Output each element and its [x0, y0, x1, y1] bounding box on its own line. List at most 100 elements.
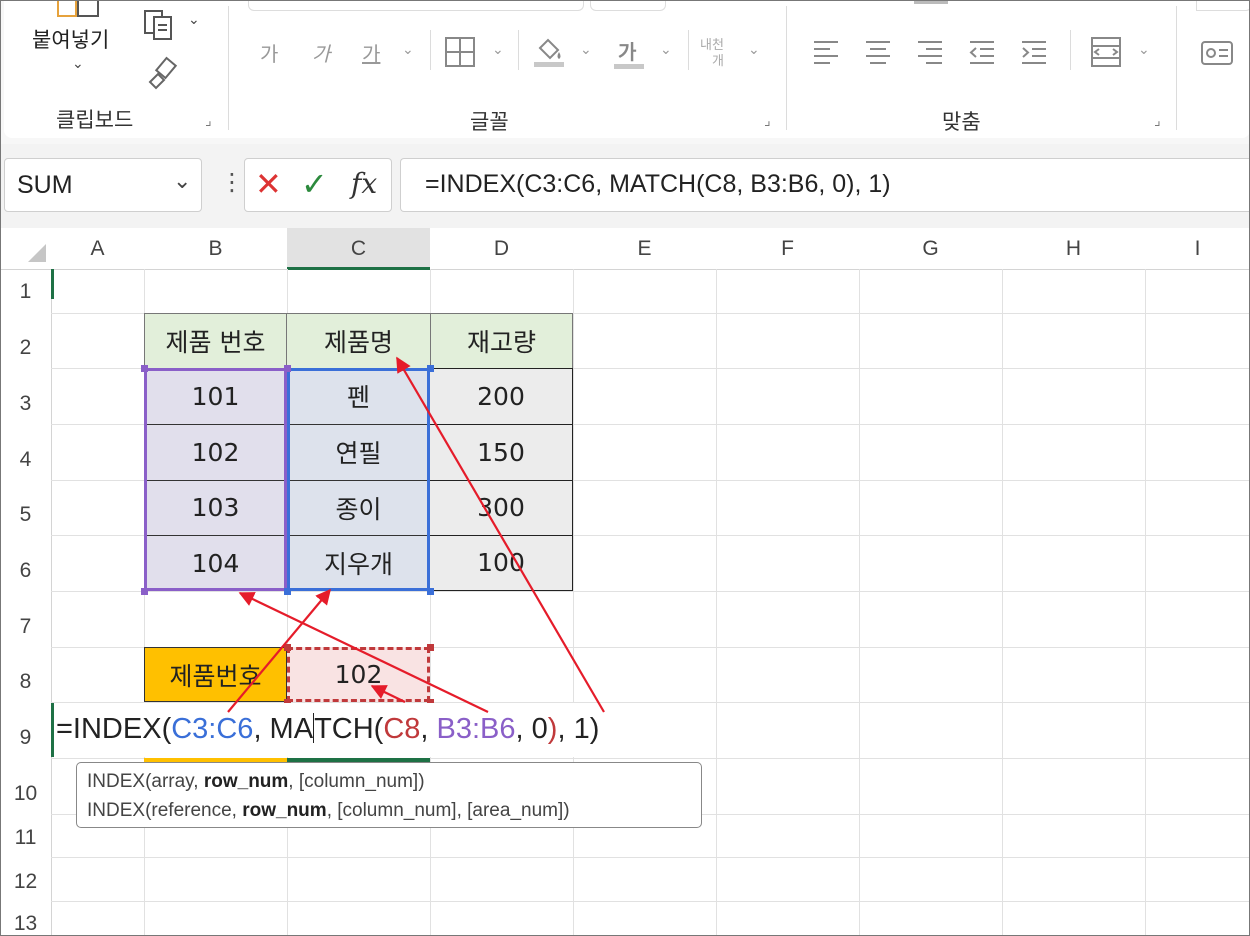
row-header-9[interactable]: 9 — [0, 726, 51, 750]
in-cell-formula: =INDEX(C3:C6, MATCH(C8, B3:B6, 0), 1) — [56, 713, 599, 746]
tooltip-text: , [column_num]) — [288, 771, 425, 792]
range-handle[interactable] — [284, 365, 291, 372]
dialog-launcher-icon[interactable]: ⌟ — [1154, 113, 1161, 129]
row-header-7[interactable]: 7 — [0, 615, 51, 639]
increase-indent-icon[interactable] — [1020, 38, 1048, 66]
font-size-dropdown-stub — [590, 0, 666, 11]
lookup-value-cell[interactable]: 102 — [287, 647, 430, 702]
chevron-down-icon[interactable]: ⌄ — [580, 42, 592, 58]
column-header-i[interactable]: I — [1145, 228, 1250, 270]
table-cell[interactable]: 150 — [430, 424, 573, 480]
column-header-a[interactable]: A — [51, 228, 144, 270]
row-header-13[interactable]: 13 — [0, 912, 51, 936]
chevron-down-icon[interactable]: ⌄ — [492, 42, 504, 58]
table-cell[interactable]: 300 — [430, 480, 573, 535]
column-header-f[interactable]: F — [716, 228, 859, 270]
name-box[interactable]: SUM ⌄ — [4, 158, 202, 212]
align-right-icon[interactable] — [916, 38, 944, 66]
more-options-icon[interactable]: ⋮ — [220, 168, 244, 196]
chevron-down-icon: ⌄ — [188, 12, 200, 28]
select-all-corner[interactable] — [0, 228, 51, 270]
range-highlight-b3-b6 — [144, 368, 287, 591]
gridline — [51, 591, 1250, 592]
column-header-b[interactable]: B — [144, 228, 287, 270]
insert-function-icon[interactable]: fx — [351, 167, 377, 200]
row-header-11[interactable]: 11 — [0, 826, 51, 850]
merge-center-icon[interactable] — [1090, 36, 1122, 68]
font-color-button[interactable]: 가 — [618, 36, 636, 65]
ribbon-separator — [430, 30, 431, 70]
range-handle[interactable] — [284, 644, 291, 651]
paste-icon — [57, 0, 99, 17]
formula-buttons: ✕ ✓ fx — [244, 158, 392, 212]
table-header-cell[interactable]: 재고량 — [430, 313, 573, 368]
gridline — [1145, 269, 1146, 936]
column-header-e[interactable]: E — [573, 228, 716, 270]
dialog-launcher-icon[interactable]: ⌟ — [764, 113, 771, 129]
font-color-bar — [614, 64, 644, 69]
editing-cell[interactable]: =INDEX(C3:C6, MATCH(C8, B3:B6, 0), 1) — [51, 703, 714, 757]
italic-button[interactable]: 가 — [312, 38, 330, 67]
row-header-1[interactable]: 1 — [0, 280, 51, 304]
row-header-5[interactable]: 5 — [0, 503, 51, 527]
row-header-10[interactable]: 10 — [0, 782, 51, 806]
row-header-2[interactable]: 2 — [0, 336, 51, 360]
underline-button[interactable]: 가 — [362, 38, 380, 67]
tooltip-text: INDEX(array, — [87, 771, 204, 792]
lookup-label-cell[interactable]: 제품번호 — [144, 647, 287, 702]
range-handle[interactable] — [141, 588, 148, 595]
gridline — [51, 901, 1250, 902]
name-box-value: SUM — [17, 171, 73, 199]
cancel-icon[interactable]: ✕ — [255, 165, 282, 203]
column-header-d[interactable]: D — [430, 228, 573, 270]
row-header-6[interactable]: 6 — [0, 559, 51, 583]
phonetic-button-line2: 개 — [712, 54, 724, 69]
enter-icon[interactable]: ✓ — [301, 165, 328, 203]
table-cell[interactable]: 200 — [430, 368, 573, 424]
align-left-icon[interactable] — [812, 38, 840, 66]
dialog-launcher-icon[interactable]: ⌟ — [205, 113, 212, 129]
formula-text: =INDEX(C3:C6, MATCH(C8, B3:B6, 0), 1) — [425, 170, 891, 198]
fill-color-icon[interactable] — [532, 32, 566, 68]
ribbon-separator — [786, 6, 787, 130]
range-handle[interactable] — [141, 365, 148, 372]
table-border — [430, 480, 573, 481]
chevron-down-icon[interactable]: ⌄ — [402, 42, 414, 58]
number-format-icon[interactable] — [1200, 40, 1234, 66]
tooltip-line-1: INDEX(array, row_num, [column_num]) — [87, 767, 691, 796]
row-header-8[interactable]: 8 — [0, 670, 51, 694]
copy-button[interactable]: ⌄ — [142, 8, 208, 42]
range-handle[interactable] — [427, 644, 434, 651]
column-header-g[interactable]: G — [859, 228, 1002, 270]
border-icon[interactable] — [444, 36, 476, 68]
chevron-down-icon[interactable]: ⌄ — [173, 169, 191, 194]
column-header-c[interactable]: C — [287, 228, 430, 270]
alignment-top-stub — [914, 0, 948, 4]
table-header-cell[interactable]: 제품 번호 — [144, 313, 287, 368]
formula-part: TCH( — [314, 713, 384, 745]
decrease-indent-icon[interactable] — [968, 38, 996, 66]
row-header-12[interactable]: 12 — [0, 870, 51, 894]
tooltip-arg: row_num — [203, 771, 289, 792]
chevron-down-icon[interactable]: ⌄ — [660, 42, 672, 58]
row-header-3[interactable]: 3 — [0, 392, 51, 416]
ribbon-separator — [228, 6, 229, 130]
range-handle[interactable] — [427, 588, 434, 595]
range-handle[interactable] — [284, 588, 291, 595]
range-handle[interactable] — [427, 365, 434, 372]
formula-ref-c8: C8 — [383, 713, 421, 745]
table-cell[interactable]: 100 — [430, 535, 573, 591]
bold-button[interactable]: 가 — [260, 38, 278, 67]
format-painter-icon[interactable] — [144, 56, 178, 90]
align-center-icon[interactable] — [864, 38, 892, 66]
active-cell-marker — [51, 269, 54, 299]
paste-button[interactable]: 붙여넣기 ⌄ — [24, 0, 134, 86]
formula-input[interactable]: =INDEX(C3:C6, MATCH(C8, B3:B6, 0), 1) — [400, 158, 1250, 212]
row-header-4[interactable]: 4 — [0, 448, 51, 472]
chevron-down-icon[interactable]: ⌄ — [1138, 42, 1150, 58]
paste-label: 붙여넣기 — [32, 28, 110, 52]
chevron-down-icon[interactable]: ⌄ — [748, 42, 760, 58]
column-header-h[interactable]: H — [1002, 228, 1145, 270]
table-header-cell[interactable]: 제품명 — [287, 313, 430, 368]
gridline — [1002, 269, 1003, 936]
